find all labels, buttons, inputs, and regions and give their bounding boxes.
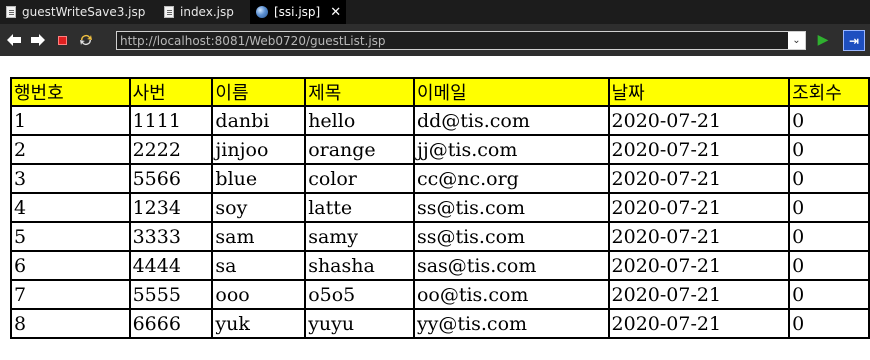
cell-title: yuyu [304, 308, 415, 339]
cell-name: jinjoo [211, 134, 307, 165]
cell-row-number: 1 [10, 105, 131, 136]
cell-email: ss@tis.com [412, 221, 610, 252]
tab-label: index.jsp [180, 5, 234, 19]
external-browser-icon[interactable]: ⇥ [843, 30, 865, 51]
cell-views: 0 [788, 192, 870, 223]
forward-arrow-icon[interactable] [28, 30, 48, 50]
header-email: 이메일 [412, 77, 610, 107]
cell-date: 2020-07-21 [607, 250, 791, 281]
cell-email: jj@tis.com [412, 134, 610, 165]
cell-name: danbi [211, 105, 307, 136]
cell-row-number: 4 [10, 192, 131, 223]
chevron-down-icon[interactable]: ⌄ [788, 32, 805, 49]
browser-toolbar: http://localhost:8081/Web0720/guestList.… [0, 24, 870, 56]
cell-title: orange [304, 134, 415, 165]
cell-title: samy [304, 221, 415, 252]
cell-employee-number: 2222 [128, 134, 214, 165]
header-title: 제목 [304, 77, 415, 107]
cell-row-number: 5 [10, 221, 131, 252]
cell-title: latte [304, 192, 415, 223]
url-input[interactable]: http://localhost:8081/Web0720/guestList.… [117, 34, 788, 48]
cell-date: 2020-07-21 [607, 134, 791, 165]
header-date: 날짜 [607, 77, 791, 107]
tab-ssi[interactable]: [ssi.jsp] ✕ [250, 0, 346, 24]
table-row: 6 4444 sa shasha sas@tis.com 2020-07-21 0 [10, 250, 870, 281]
cell-views: 0 [788, 250, 870, 281]
tab-label: [ssi.jsp] [274, 5, 321, 19]
page-content: 행번호 사번 이름 제목 이메일 날짜 조회수 1 1111 danbi hello d… [10, 77, 870, 339]
cell-views: 0 [788, 105, 870, 136]
table-row: 1 1111 danbi hello dd@tis.com 2020-07-21 0 [10, 105, 870, 136]
editor-tab-bar: guestWriteSave3.jsp index.jsp [ssi.jsp] … [0, 0, 870, 24]
cell-title: o5o5 [304, 279, 415, 310]
cell-name: blue [211, 163, 307, 194]
close-icon[interactable]: ✕ [330, 5, 341, 20]
cell-name: ooo [211, 279, 307, 310]
refresh-icon[interactable] [76, 30, 96, 50]
cell-date: 2020-07-21 [607, 163, 791, 194]
cell-date: 2020-07-21 [607, 308, 791, 339]
cell-title: hello [304, 105, 415, 136]
cell-title: shasha [304, 250, 415, 281]
cell-email: oo@tis.com [412, 279, 610, 310]
cell-views: 0 [788, 308, 870, 339]
header-row-number: 행번호 [10, 77, 131, 107]
cell-title: color [304, 163, 415, 194]
table-row: 5 3333 sam samy ss@tis.com 2020-07-21 0 [10, 221, 870, 252]
cell-row-number: 2 [10, 134, 131, 165]
cell-name: sa [211, 250, 307, 281]
cell-date: 2020-07-21 [607, 279, 791, 310]
cell-employee-number: 5566 [128, 163, 214, 194]
tab-guestwritesave3[interactable]: guestWriteSave3.jsp [0, 0, 158, 24]
address-bar[interactable]: http://localhost:8081/Web0720/guestList.… [116, 31, 806, 50]
file-icon [6, 6, 16, 18]
cell-name: yuk [211, 308, 307, 339]
go-icon[interactable]: ▶ [815, 32, 831, 48]
cell-email: dd@tis.com [412, 105, 610, 136]
table-row: 7 5555 ooo o5o5 oo@tis.com 2020-07-21 0 [10, 279, 870, 310]
cell-row-number: 6 [10, 250, 131, 281]
cell-date: 2020-07-21 [607, 192, 791, 223]
cell-row-number: 8 [10, 308, 131, 339]
table-row: 4 1234 soy latte ss@tis.com 2020-07-21 0 [10, 192, 870, 223]
cell-email: ss@tis.com [412, 192, 610, 223]
cell-email: cc@nc.org [412, 163, 610, 194]
guest-list-table: 행번호 사번 이름 제목 이메일 날짜 조회수 1 1111 danbi hello d… [10, 77, 870, 339]
cell-name: soy [211, 192, 307, 223]
table-row: 8 6666 yuk yuyu yy@tis.com 2020-07-21 0 [10, 308, 870, 339]
back-arrow-icon[interactable] [4, 30, 24, 50]
cell-employee-number: 1234 [128, 192, 214, 223]
cell-row-number: 7 [10, 279, 131, 310]
stop-icon[interactable] [52, 30, 72, 50]
cell-employee-number: 4444 [128, 250, 214, 281]
cell-date: 2020-07-21 [607, 105, 791, 136]
table-row: 2 2222 jinjoo orange jj@tis.com 2020-07-21 0 [10, 134, 870, 165]
file-icon [164, 6, 174, 18]
cell-employee-number: 5555 [128, 279, 214, 310]
cell-employee-number: 6666 [128, 308, 214, 339]
cell-employee-number: 1111 [128, 105, 214, 136]
cell-email: sas@tis.com [412, 250, 610, 281]
table-header-row: 행번호 사번 이름 제목 이메일 날짜 조회수 [10, 77, 870, 107]
cell-views: 0 [788, 221, 870, 252]
cell-name: sam [211, 221, 307, 252]
header-views: 조회수 [788, 77, 870, 107]
cell-date: 2020-07-21 [607, 221, 791, 252]
tab-index[interactable]: index.jsp [158, 0, 250, 24]
tab-label: guestWriteSave3.jsp [22, 5, 146, 19]
header-name: 이름 [211, 77, 307, 107]
cell-views: 0 [788, 163, 870, 194]
cell-views: 0 [788, 279, 870, 310]
cell-employee-number: 3333 [128, 221, 214, 252]
header-employee-number: 사번 [128, 77, 214, 107]
cell-views: 0 [788, 134, 870, 165]
cell-row-number: 3 [10, 163, 131, 194]
globe-icon [256, 6, 268, 18]
cell-email: yy@tis.com [412, 308, 610, 339]
table-row: 3 5566 blue color cc@nc.org 2020-07-21 0 [10, 163, 870, 194]
